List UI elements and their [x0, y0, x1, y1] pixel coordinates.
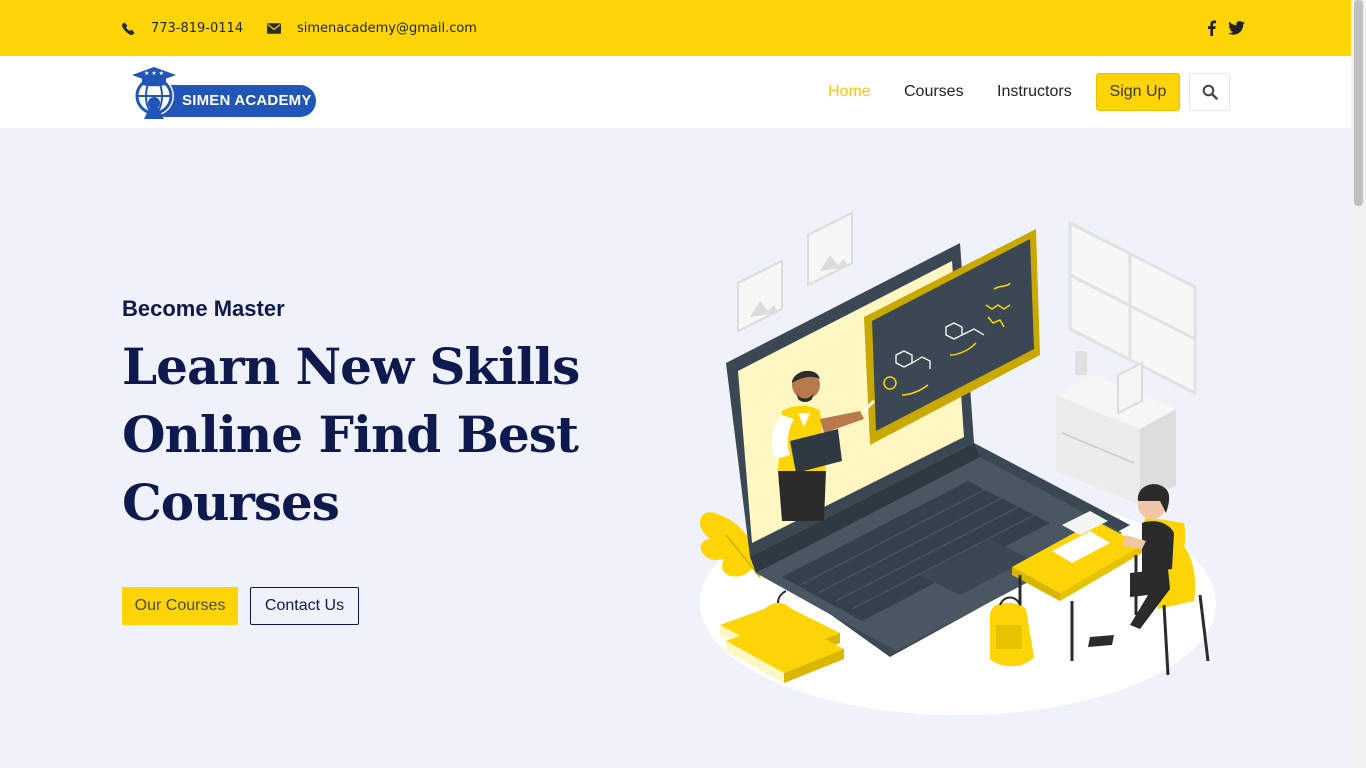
search-icon	[1202, 84, 1218, 100]
page-scrollbar[interactable]	[1351, 0, 1366, 768]
graduation-globe-icon: ★ ★ ★	[132, 67, 176, 119]
facebook-icon	[1208, 20, 1216, 36]
phone-number: 773-819-0114	[151, 20, 244, 36]
contact-us-button[interactable]: Contact Us	[250, 587, 359, 625]
phone-icon	[122, 22, 135, 35]
twitter-icon	[1228, 21, 1245, 35]
email-address: simenacademy@gmail.com	[297, 20, 477, 36]
our-courses-button[interactable]: Our Courses	[122, 587, 238, 625]
contact-email[interactable]: simenacademy@gmail.com	[267, 0, 477, 56]
scrollbar-thumb[interactable]	[1354, 0, 1363, 206]
hero-subtitle: Become Master	[122, 296, 285, 321]
facebook-link[interactable]	[1203, 20, 1220, 37]
contact-phone[interactable]: 773-819-0114	[122, 0, 243, 56]
online-learning-illustration	[699, 211, 1216, 715]
nav-courses[interactable]: Courses	[904, 56, 964, 128]
nav-instructors[interactable]: Instructors	[997, 56, 1072, 128]
envelope-icon	[267, 22, 281, 34]
social-links	[1203, 0, 1245, 56]
twitter-link[interactable]	[1228, 20, 1245, 37]
hero-headline: Learn New Skills Online Find Best Course…	[122, 337, 580, 532]
svg-text:★ ★ ★: ★ ★ ★	[144, 70, 164, 77]
brand-logo[interactable]: ★ ★ ★ SIMEN ACADEMY	[126, 63, 318, 121]
signup-button[interactable]: Sign Up	[1096, 73, 1180, 111]
logo-text: SIMEN ACADEMY	[182, 92, 312, 109]
search-button[interactable]	[1189, 73, 1230, 111]
nav-home[interactable]: Home	[828, 56, 871, 128]
